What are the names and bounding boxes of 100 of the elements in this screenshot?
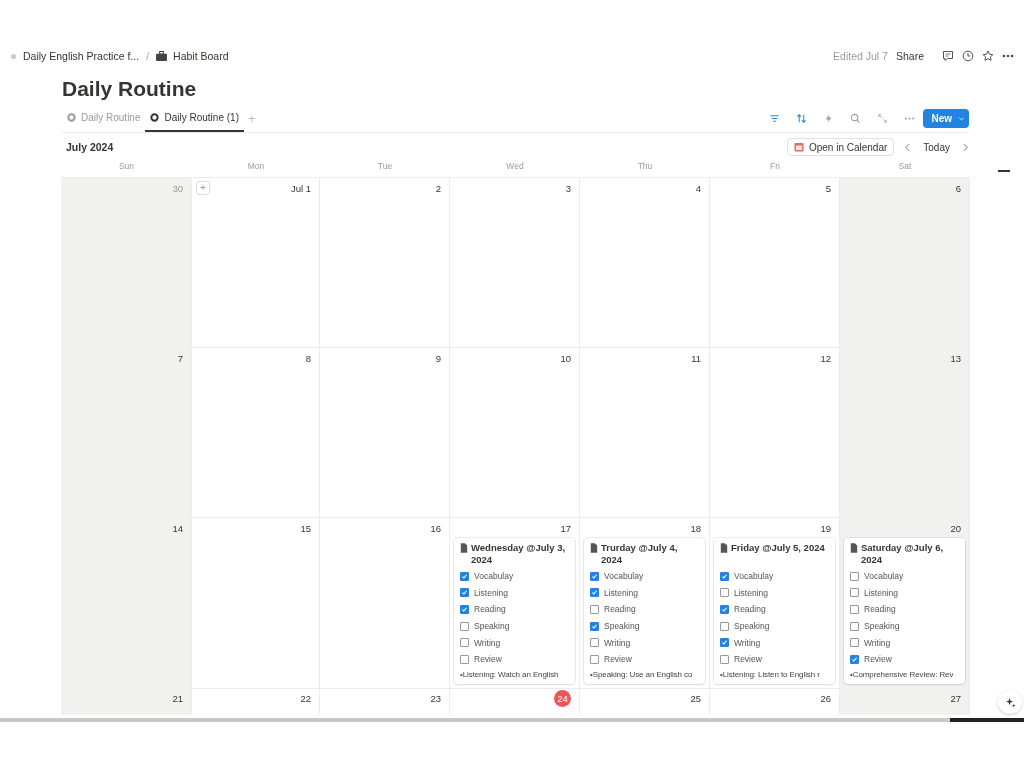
day-number: 6 (955, 182, 961, 194)
entry-card[interactable]: Saturday @July 6, 2024 Vocabulay Listening Reading Speaking Writing Review •Comprehensive Review: Rev (844, 538, 965, 684)
task-label: Vocabulay (864, 571, 904, 582)
day-number: 22 (300, 692, 311, 704)
entry-title: Friday @July 5, 2024 (731, 542, 825, 554)
day-number: 24 (554, 689, 571, 707)
day-number: 25 (690, 692, 701, 704)
month-label: July 2024 (66, 141, 114, 153)
entry-title: Trurday @July 4, 2024 (601, 542, 679, 566)
filter-icon[interactable] (769, 112, 781, 124)
day-number: 5 (825, 182, 831, 194)
checkbox[interactable] (850, 621, 859, 631)
weekday-label: Tue (376, 161, 394, 173)
circle-icon (67, 112, 76, 122)
task-label: Writing (604, 637, 631, 648)
document-icon (590, 543, 598, 553)
page-title: Daily Routine (62, 76, 198, 102)
weekday-label: Thu (636, 161, 654, 173)
star-icon[interactable] (982, 50, 994, 62)
weekday-label: Sun (117, 161, 136, 173)
day-number: 2 (435, 182, 441, 194)
checkbox[interactable] (590, 571, 599, 581)
briefcase-icon (156, 51, 168, 61)
checkbox[interactable] (850, 605, 859, 614)
task-label: Reading (604, 604, 636, 615)
day-number: 12 (820, 352, 831, 364)
search-icon[interactable] (850, 112, 862, 124)
checkbox[interactable] (720, 605, 729, 614)
page-icon (10, 52, 17, 60)
checkbox[interactable] (460, 654, 469, 664)
day-number: 30 (172, 182, 183, 194)
entry-title: Saturday @July 6, 2024 (861, 542, 945, 566)
task-label: Vocabulay (474, 571, 514, 582)
document-icon (460, 543, 468, 553)
day-number: Jul 1 (290, 182, 311, 194)
previous-icon[interactable] (904, 142, 912, 152)
task-label: Reading (734, 604, 766, 615)
checkbox[interactable] (850, 638, 859, 648)
checkbox[interactable] (590, 588, 599, 598)
checkbox[interactable] (720, 638, 729, 648)
day-number: 14 (172, 522, 183, 534)
expand-icon[interactable] (877, 112, 889, 124)
checkbox[interactable] (590, 638, 599, 648)
task-label: Vocabulay (734, 571, 774, 582)
day-number: 21 (172, 692, 183, 704)
task-label: Review (604, 654, 632, 665)
share-button[interactable]: Share (895, 50, 924, 62)
next-icon[interactable] (962, 142, 969, 152)
task-label: Review (734, 654, 762, 665)
checkbox[interactable] (460, 638, 469, 648)
view-tab[interactable]: Daily Routine (1) (145, 104, 244, 132)
entry-card[interactable]: Friday @July 5, 2024 Vocabulay Listening Reading Speaking Writing Review •Listening: Listen to English r (714, 538, 835, 684)
checkbox[interactable] (850, 654, 859, 664)
entry-card[interactable]: Trurday @July 4, 2024 Vocabulay Listening Reading Speaking Writing Review •Speaking: Use an English co (584, 538, 705, 684)
clock-icon[interactable] (962, 50, 974, 62)
checkbox[interactable] (850, 571, 859, 581)
breadcrumb-link[interactable]: Daily English Practice f... (23, 50, 140, 62)
day-number: 7 (177, 352, 183, 364)
day-number: 4 (695, 182, 701, 194)
scroll-marker (998, 170, 1010, 172)
today-button[interactable]: Today (917, 140, 956, 154)
task-label: Speaking (604, 621, 640, 632)
checkbox[interactable] (590, 654, 599, 664)
task-label: Writing (734, 637, 761, 648)
new-button[interactable]: New (923, 108, 969, 128)
ai-assistant-button[interactable] (998, 690, 1022, 714)
checkbox[interactable] (590, 621, 599, 631)
checkbox[interactable] (850, 588, 859, 598)
day-number: 17 (560, 522, 571, 534)
breadcrumb-link[interactable]: Habit Board (173, 50, 229, 62)
checkbox[interactable] (460, 588, 469, 598)
day-number: 9 (435, 352, 441, 364)
entry-note: •Listening: Listen to English r (720, 669, 821, 679)
checkbox[interactable] (720, 654, 729, 664)
task-label: Listening (604, 587, 639, 598)
checkbox[interactable] (460, 605, 469, 614)
checkbox[interactable] (720, 571, 729, 581)
day-number: 15 (300, 522, 311, 534)
day-number: 20 (950, 522, 961, 534)
task-label: Listening (864, 587, 899, 598)
day-number: 26 (820, 692, 831, 704)
day-number: 10 (560, 352, 571, 364)
circle-icon (150, 112, 160, 122)
task-label: Speaking (734, 621, 770, 632)
task-label: Listening (474, 587, 509, 598)
entry-card[interactable]: Wednesday @July 3, 2024 Vocabulay Listening Reading Speaking Writing Review •Listening: Watch an English (454, 538, 575, 684)
comment-icon[interactable] (942, 50, 954, 62)
open-in-calendar-button[interactable]: Open in Calendar (786, 138, 895, 156)
checkbox[interactable] (460, 571, 469, 581)
task-label: Review (474, 654, 502, 665)
task-label: Writing (864, 637, 891, 648)
document-icon (850, 543, 858, 553)
checkbox[interactable] (720, 588, 729, 598)
checkbox[interactable] (720, 621, 729, 631)
task-label: Review (864, 654, 892, 665)
checkbox[interactable] (590, 605, 599, 614)
sort-icon[interactable] (796, 112, 808, 124)
task-label: Writing (474, 637, 501, 648)
weekday-label: Wed (505, 161, 525, 173)
checkbox[interactable] (460, 621, 469, 631)
